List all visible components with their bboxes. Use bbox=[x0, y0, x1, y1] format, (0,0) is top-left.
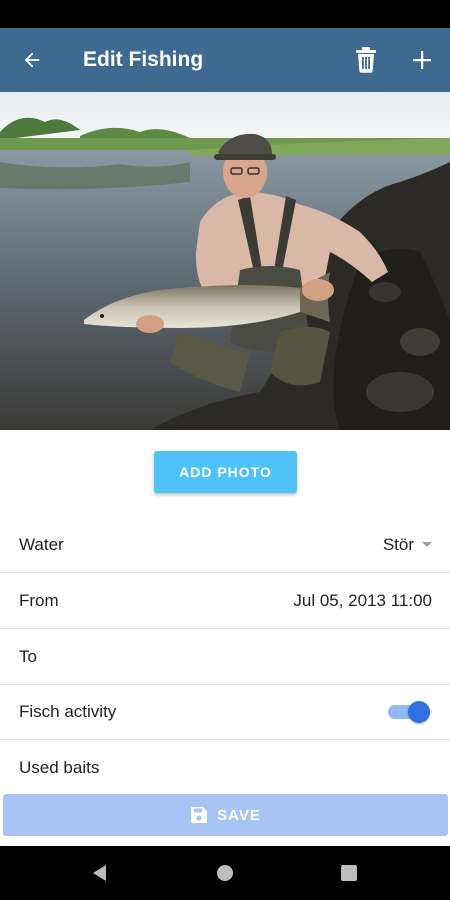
delete-button[interactable] bbox=[338, 28, 394, 92]
triangle-back-icon bbox=[93, 865, 106, 881]
arrow-left-icon bbox=[24, 52, 40, 68]
toggle-thumb bbox=[408, 701, 430, 723]
plus-icon bbox=[413, 51, 431, 69]
save-label: SAVE bbox=[217, 806, 261, 824]
status-bar bbox=[0, 0, 450, 28]
dropdown-caret-icon bbox=[422, 542, 432, 547]
from-value[interactable]: Jul 05, 2013 11:00 bbox=[293, 591, 432, 611]
edit-form: ADD PHOTO Water Stör From Jul 05, 2013 1… bbox=[0, 430, 450, 846]
used-baits-label: Used baits bbox=[19, 758, 100, 777]
from-row[interactable]: From Jul 05, 2013 11:00 bbox=[0, 573, 450, 629]
fish-activity-row: Fisch activity bbox=[0, 685, 450, 740]
square-recents-icon bbox=[341, 865, 357, 881]
system-navigation-bar bbox=[0, 846, 450, 900]
fishing-photo bbox=[0, 92, 450, 430]
to-row[interactable]: To bbox=[0, 629, 450, 685]
water-select[interactable]: Stör bbox=[383, 535, 432, 555]
page-title: Edit Fishing bbox=[83, 48, 204, 71]
fishing-photo-image bbox=[0, 92, 450, 430]
fish-activity-toggle[interactable] bbox=[388, 701, 430, 723]
from-label: From bbox=[19, 590, 59, 610]
back-button[interactable] bbox=[0, 28, 64, 92]
water-value: Stör bbox=[382, 534, 414, 554]
to-label: To bbox=[19, 646, 37, 666]
system-home-button[interactable] bbox=[195, 846, 255, 900]
add-photo-button[interactable]: ADD PHOTO bbox=[154, 451, 297, 493]
floppy-disk-icon bbox=[190, 806, 208, 824]
save-button[interactable]: SAVE bbox=[3, 794, 448, 836]
trash-icon bbox=[356, 47, 376, 73]
system-back-button[interactable] bbox=[70, 846, 130, 900]
water-row[interactable]: Water Stör bbox=[0, 517, 450, 573]
system-recents-button[interactable] bbox=[319, 846, 379, 900]
water-label: Water bbox=[19, 534, 64, 554]
used-baits-row[interactable]: Used baits bbox=[0, 740, 450, 796]
app-bar: Edit Fishing bbox=[0, 28, 450, 92]
fish-activity-label: Fisch activity bbox=[19, 702, 117, 721]
circle-home-icon bbox=[217, 865, 233, 881]
add-button[interactable] bbox=[394, 28, 450, 92]
